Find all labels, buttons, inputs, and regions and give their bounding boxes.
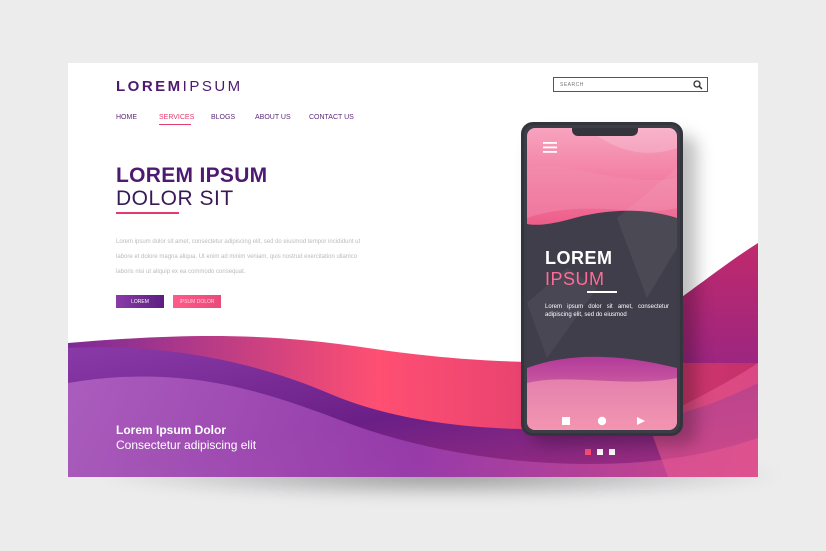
nav-active-underline <box>159 124 191 125</box>
nav-item-about-us[interactable]: ABOUT US <box>255 114 291 121</box>
hero-subtitle: DOLOR SIT <box>116 187 234 210</box>
search-box <box>553 77 708 92</box>
nav-item-blogs[interactable]: BLOGS <box>211 114 235 121</box>
nav-item-home[interactable]: HOME <box>116 114 137 121</box>
primary-button[interactable]: LOREM <box>116 295 164 308</box>
hamburger-menu-icon[interactable] <box>543 142 557 153</box>
stop-icon[interactable] <box>561 416 571 426</box>
phone-notch <box>572 128 638 136</box>
hero-title: LOREM IPSUM <box>116 164 268 187</box>
search-icon[interactable] <box>693 80 703 90</box>
home-circle-icon[interactable] <box>597 416 607 426</box>
pager-dot[interactable] <box>597 449 603 455</box>
logo-bold-text: LOREM <box>116 78 183 95</box>
footer-title: Lorem Ipsum Dolor <box>116 423 227 437</box>
hero-paragraph: Lorem ipsum dolor sit amet, consectetur … <box>116 239 361 275</box>
back-triangle-icon[interactable] <box>636 416 646 426</box>
nav-item-contact-us[interactable]: CONTACT US <box>309 114 354 121</box>
pager-dot-active[interactable] <box>585 449 591 455</box>
phone-text: Lorem ipsum dolor sit amet, consectetur … <box>545 304 669 318</box>
phone-mockup: LOREM IPSUM Lorem ipsum dolor sit amet, … <box>521 122 683 436</box>
secondary-button[interactable]: IPSUM DOLOR <box>173 295 221 308</box>
phone-title-underline <box>587 291 617 293</box>
nav-item-services[interactable]: SERVICES <box>159 114 194 121</box>
logo-light-text: IPSUM <box>182 78 243 95</box>
search-input[interactable] <box>560 81 680 89</box>
landing-page-card: LOREMIPSUM HOME SERVICES BLOGS ABOUT US … <box>68 63 758 477</box>
brand-logo[interactable]: LOREMIPSUM <box>116 78 243 95</box>
phone-title-line2: IPSUM <box>545 269 605 289</box>
footer-subtitle: Consectetur adipiscing elit <box>116 438 257 452</box>
phone-title-line1: LOREM <box>545 248 613 268</box>
hero-title-underline <box>116 212 179 214</box>
pager-dot[interactable] <box>609 449 615 455</box>
phone-screen: LOREM IPSUM Lorem ipsum dolor sit amet, … <box>527 128 677 430</box>
